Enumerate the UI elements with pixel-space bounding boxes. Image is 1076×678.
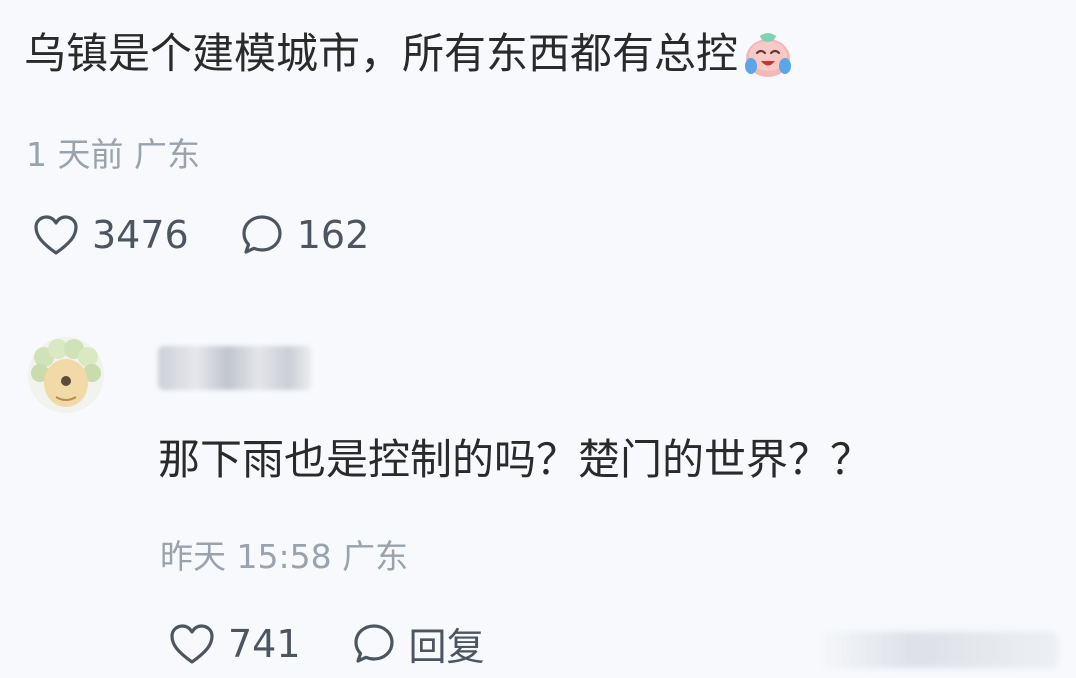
main-comment-time: 1 天前 xyxy=(26,135,124,174)
reply-location: 广东 xyxy=(342,537,409,576)
main-comment-count: 162 xyxy=(296,213,370,257)
reply-actions: 741 回复 xyxy=(168,616,485,671)
main-comment-button[interactable]: 162 xyxy=(239,212,370,258)
comment-bubble-icon xyxy=(242,215,282,254)
main-like-button[interactable]: 3476 xyxy=(32,213,189,257)
main-comment-meta: 1 天前 广东 xyxy=(26,128,200,176)
reply-time: 昨天 15:58 xyxy=(160,537,332,576)
crying-laughing-emoji-icon xyxy=(745,33,792,77)
main-comment-text-row: 乌镇是个建模城市，所有东西都有总控 xyxy=(24,26,796,82)
reply-meta: 昨天 15:58 广东 xyxy=(160,530,408,578)
comment-bubble-icon xyxy=(353,623,394,663)
reply-text: 那下雨也是控制的吗？楚门的世界？？ xyxy=(158,435,873,484)
main-comment-text: 乌镇是个建模城市，所有东西都有总控 xyxy=(24,29,739,78)
reply-like-count: 741 xyxy=(228,621,301,666)
heart-icon xyxy=(34,215,78,255)
blurred-watermark xyxy=(818,632,1058,668)
reply-like-button[interactable]: 741 xyxy=(168,622,301,666)
main-comment-location: 广东 xyxy=(134,135,200,174)
main-like-count: 3476 xyxy=(92,213,189,257)
reply-button[interactable]: 回复 xyxy=(351,616,485,671)
main-comment-actions: 3476 162 xyxy=(32,212,369,258)
comment-thread: 乌镇是个建模城市，所有东西都有总控 1 天前 广东 3476 162 那下雨也是… xyxy=(0,0,1076,678)
avatar[interactable] xyxy=(26,335,106,415)
reply-username-blurred[interactable] xyxy=(158,346,312,390)
reply-button-label: 回复 xyxy=(408,625,485,669)
heart-icon xyxy=(170,623,214,664)
